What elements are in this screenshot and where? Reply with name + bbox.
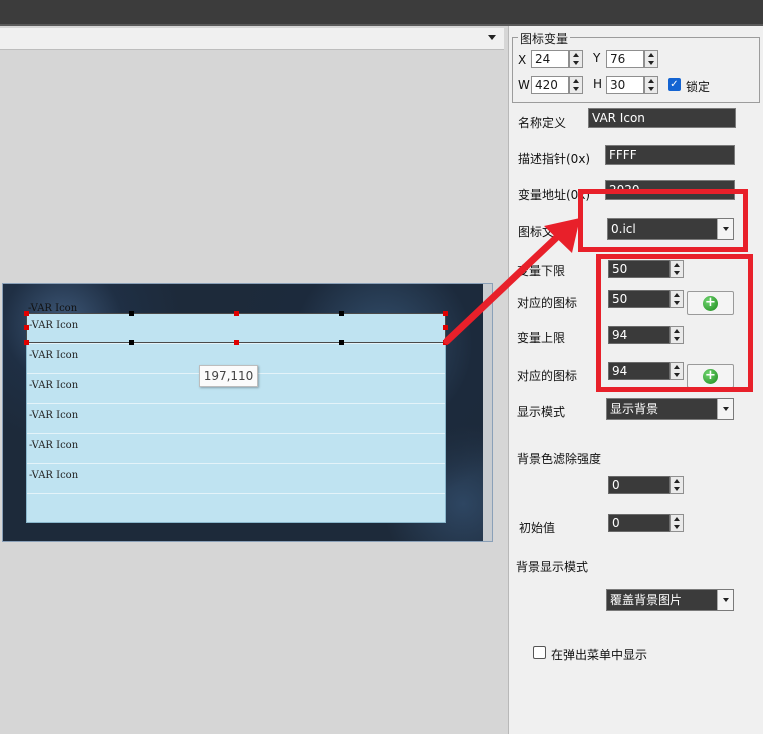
annotation-arrow-icon xyxy=(443,218,580,345)
